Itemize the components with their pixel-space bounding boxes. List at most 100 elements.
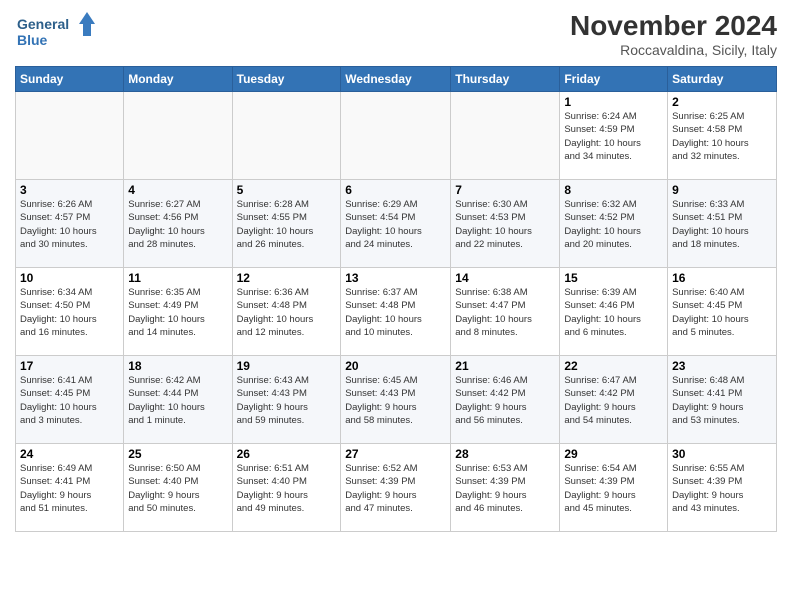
calendar-cell: 22Sunrise: 6:47 AM Sunset: 4:42 PM Dayli…	[560, 356, 668, 444]
calendar-week-row: 24Sunrise: 6:49 AM Sunset: 4:41 PM Dayli…	[16, 444, 777, 532]
day-info: Sunrise: 6:35 AM Sunset: 4:49 PM Dayligh…	[128, 286, 227, 339]
day-number: 26	[237, 447, 337, 461]
calendar-cell: 4Sunrise: 6:27 AM Sunset: 4:56 PM Daylig…	[124, 180, 232, 268]
day-info: Sunrise: 6:39 AM Sunset: 4:46 PM Dayligh…	[564, 286, 663, 339]
day-number: 2	[672, 95, 772, 109]
day-info: Sunrise: 6:53 AM Sunset: 4:39 PM Dayligh…	[455, 462, 555, 515]
day-info: Sunrise: 6:41 AM Sunset: 4:45 PM Dayligh…	[20, 374, 119, 427]
day-info: Sunrise: 6:40 AM Sunset: 4:45 PM Dayligh…	[672, 286, 772, 339]
day-info: Sunrise: 6:51 AM Sunset: 4:40 PM Dayligh…	[237, 462, 337, 515]
calendar-cell: 25Sunrise: 6:50 AM Sunset: 4:40 PM Dayli…	[124, 444, 232, 532]
day-info: Sunrise: 6:25 AM Sunset: 4:58 PM Dayligh…	[672, 110, 772, 163]
calendar-cell: 12Sunrise: 6:36 AM Sunset: 4:48 PM Dayli…	[232, 268, 341, 356]
page: General Blue November 2024 Roccavaldina,…	[0, 0, 792, 612]
weekday-header: Sunday	[16, 67, 124, 92]
day-info: Sunrise: 6:48 AM Sunset: 4:41 PM Dayligh…	[672, 374, 772, 427]
day-info: Sunrise: 6:43 AM Sunset: 4:43 PM Dayligh…	[237, 374, 337, 427]
day-number: 7	[455, 183, 555, 197]
day-number: 30	[672, 447, 772, 461]
calendar-cell: 5Sunrise: 6:28 AM Sunset: 4:55 PM Daylig…	[232, 180, 341, 268]
day-info: Sunrise: 6:29 AM Sunset: 4:54 PM Dayligh…	[345, 198, 446, 251]
weekday-header: Wednesday	[341, 67, 451, 92]
calendar-cell	[341, 92, 451, 180]
day-number: 10	[20, 271, 119, 285]
calendar-week-row: 17Sunrise: 6:41 AM Sunset: 4:45 PM Dayli…	[16, 356, 777, 444]
day-number: 11	[128, 271, 227, 285]
weekday-header: Thursday	[451, 67, 560, 92]
calendar-cell: 2Sunrise: 6:25 AM Sunset: 4:58 PM Daylig…	[668, 92, 777, 180]
day-info: Sunrise: 6:30 AM Sunset: 4:53 PM Dayligh…	[455, 198, 555, 251]
calendar-cell: 19Sunrise: 6:43 AM Sunset: 4:43 PM Dayli…	[232, 356, 341, 444]
day-number: 12	[237, 271, 337, 285]
calendar-cell: 3Sunrise: 6:26 AM Sunset: 4:57 PM Daylig…	[16, 180, 124, 268]
day-number: 14	[455, 271, 555, 285]
location: Roccavaldina, Sicily, Italy	[570, 42, 777, 58]
day-number: 24	[20, 447, 119, 461]
calendar-header-row: SundayMondayTuesdayWednesdayThursdayFrid…	[16, 67, 777, 92]
calendar-cell: 11Sunrise: 6:35 AM Sunset: 4:49 PM Dayli…	[124, 268, 232, 356]
calendar-cell: 28Sunrise: 6:53 AM Sunset: 4:39 PM Dayli…	[451, 444, 560, 532]
svg-text:Blue: Blue	[17, 32, 48, 48]
day-info: Sunrise: 6:50 AM Sunset: 4:40 PM Dayligh…	[128, 462, 227, 515]
day-number: 3	[20, 183, 119, 197]
weekday-header: Monday	[124, 67, 232, 92]
svg-text:General: General	[17, 16, 69, 32]
day-number: 22	[564, 359, 663, 373]
day-number: 25	[128, 447, 227, 461]
day-info: Sunrise: 6:33 AM Sunset: 4:51 PM Dayligh…	[672, 198, 772, 251]
day-info: Sunrise: 6:34 AM Sunset: 4:50 PM Dayligh…	[20, 286, 119, 339]
day-info: Sunrise: 6:32 AM Sunset: 4:52 PM Dayligh…	[564, 198, 663, 251]
calendar-cell: 14Sunrise: 6:38 AM Sunset: 4:47 PM Dayli…	[451, 268, 560, 356]
day-number: 5	[237, 183, 337, 197]
day-info: Sunrise: 6:37 AM Sunset: 4:48 PM Dayligh…	[345, 286, 446, 339]
day-number: 17	[20, 359, 119, 373]
calendar-cell: 20Sunrise: 6:45 AM Sunset: 4:43 PM Dayli…	[341, 356, 451, 444]
day-info: Sunrise: 6:45 AM Sunset: 4:43 PM Dayligh…	[345, 374, 446, 427]
day-info: Sunrise: 6:55 AM Sunset: 4:39 PM Dayligh…	[672, 462, 772, 515]
calendar-cell: 24Sunrise: 6:49 AM Sunset: 4:41 PM Dayli…	[16, 444, 124, 532]
weekday-header: Saturday	[668, 67, 777, 92]
day-number: 8	[564, 183, 663, 197]
calendar-cell: 9Sunrise: 6:33 AM Sunset: 4:51 PM Daylig…	[668, 180, 777, 268]
month-title: November 2024	[570, 10, 777, 42]
day-number: 29	[564, 447, 663, 461]
calendar-cell: 17Sunrise: 6:41 AM Sunset: 4:45 PM Dayli…	[16, 356, 124, 444]
calendar-cell: 8Sunrise: 6:32 AM Sunset: 4:52 PM Daylig…	[560, 180, 668, 268]
logo: General Blue	[15, 10, 95, 54]
calendar-cell: 7Sunrise: 6:30 AM Sunset: 4:53 PM Daylig…	[451, 180, 560, 268]
day-info: Sunrise: 6:54 AM Sunset: 4:39 PM Dayligh…	[564, 462, 663, 515]
calendar-cell: 13Sunrise: 6:37 AM Sunset: 4:48 PM Dayli…	[341, 268, 451, 356]
day-number: 19	[237, 359, 337, 373]
calendar-week-row: 3Sunrise: 6:26 AM Sunset: 4:57 PM Daylig…	[16, 180, 777, 268]
calendar-cell	[232, 92, 341, 180]
calendar-cell	[16, 92, 124, 180]
calendar-cell	[451, 92, 560, 180]
day-number: 4	[128, 183, 227, 197]
day-number: 28	[455, 447, 555, 461]
day-info: Sunrise: 6:47 AM Sunset: 4:42 PM Dayligh…	[564, 374, 663, 427]
day-number: 16	[672, 271, 772, 285]
header: General Blue November 2024 Roccavaldina,…	[15, 10, 777, 58]
weekday-header: Tuesday	[232, 67, 341, 92]
day-number: 1	[564, 95, 663, 109]
weekday-header: Friday	[560, 67, 668, 92]
day-info: Sunrise: 6:46 AM Sunset: 4:42 PM Dayligh…	[455, 374, 555, 427]
calendar-cell: 16Sunrise: 6:40 AM Sunset: 4:45 PM Dayli…	[668, 268, 777, 356]
calendar-cell	[124, 92, 232, 180]
calendar-cell: 29Sunrise: 6:54 AM Sunset: 4:39 PM Dayli…	[560, 444, 668, 532]
day-number: 9	[672, 183, 772, 197]
day-info: Sunrise: 6:38 AM Sunset: 4:47 PM Dayligh…	[455, 286, 555, 339]
calendar-cell: 18Sunrise: 6:42 AM Sunset: 4:44 PM Dayli…	[124, 356, 232, 444]
calendar-week-row: 10Sunrise: 6:34 AM Sunset: 4:50 PM Dayli…	[16, 268, 777, 356]
day-number: 23	[672, 359, 772, 373]
title-block: November 2024 Roccavaldina, Sicily, Ital…	[570, 10, 777, 58]
calendar-cell: 27Sunrise: 6:52 AM Sunset: 4:39 PM Dayli…	[341, 444, 451, 532]
logo-svg: General Blue	[15, 10, 95, 54]
calendar-cell: 26Sunrise: 6:51 AM Sunset: 4:40 PM Dayli…	[232, 444, 341, 532]
day-number: 6	[345, 183, 446, 197]
day-info: Sunrise: 6:52 AM Sunset: 4:39 PM Dayligh…	[345, 462, 446, 515]
calendar-cell: 10Sunrise: 6:34 AM Sunset: 4:50 PM Dayli…	[16, 268, 124, 356]
day-number: 13	[345, 271, 446, 285]
day-number: 21	[455, 359, 555, 373]
calendar-cell: 15Sunrise: 6:39 AM Sunset: 4:46 PM Dayli…	[560, 268, 668, 356]
